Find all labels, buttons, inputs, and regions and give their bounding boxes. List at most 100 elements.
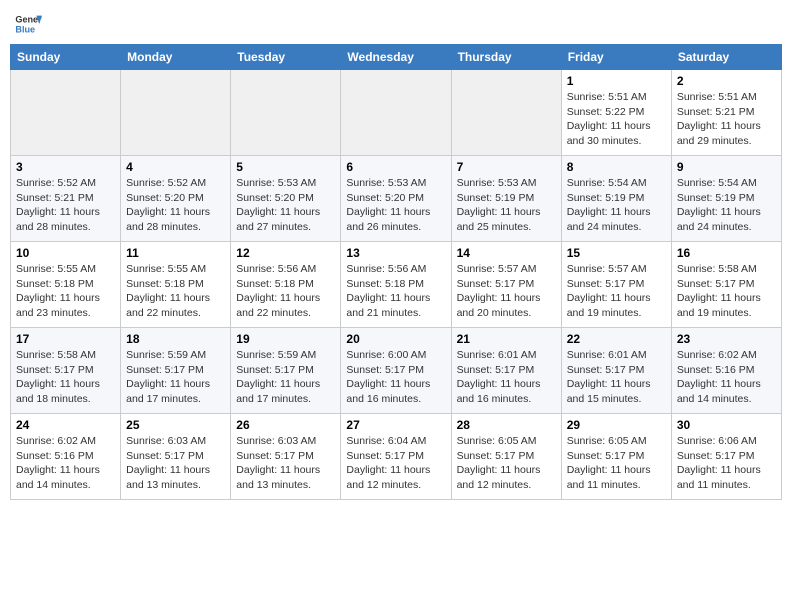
day-number: 22 <box>567 332 666 346</box>
calendar-cell: 23Sunrise: 6:02 AM Sunset: 5:16 PM Dayli… <box>671 328 781 414</box>
calendar-week-row: 24Sunrise: 6:02 AM Sunset: 5:16 PM Dayli… <box>11 414 782 500</box>
day-info: Sunrise: 5:56 AM Sunset: 5:18 PM Dayligh… <box>236 262 335 321</box>
weekday-header: Friday <box>561 45 671 70</box>
calendar-cell: 22 Sunrise: 6:01 AM Sunset: 5:17 PM Dayli… <box>561 328 671 414</box>
day-number: 7 <box>457 160 556 174</box>
calendar-week-row: 10 Sunrise: 5:55 AM Sunset: 5:18 PM Dayli… <box>11 242 782 328</box>
calendar-cell: 1 Sunrise: 5:51 AM Sunset: 5:22 PM Daylig… <box>561 70 671 156</box>
calendar-cell: 18 Sunrise: 5:59 AM Sunset: 5:17 PM Dayli… <box>121 328 231 414</box>
day-number: 19 <box>236 332 335 346</box>
weekday-header: Saturday <box>671 45 781 70</box>
day-number: 17 <box>16 332 115 346</box>
calendar-cell: 8 Sunrise: 5:54 AM Sunset: 5:19 PM Daylig… <box>561 156 671 242</box>
day-info: Sunrise: 6:05 AM Sunset: 5:17 PM Dayligh… <box>457 434 556 493</box>
day-info: Sunrise: 6:03 AM Sunset: 5:17 PM Dayligh… <box>126 434 225 493</box>
calendar-cell: 25Sunrise: 6:03 AM Sunset: 5:17 PM Dayli… <box>121 414 231 500</box>
calendar-cell: 27 Sunrise: 6:04 AM Sunset: 5:17 PM Dayli… <box>341 414 451 500</box>
weekday-header: Sunday <box>11 45 121 70</box>
day-number: 27 <box>346 418 445 432</box>
day-info: Sunrise: 5:53 AM Sunset: 5:20 PM Dayligh… <box>236 176 335 235</box>
day-number: 3 <box>16 160 115 174</box>
logo-icon: General Blue <box>14 10 42 38</box>
day-number: 4 <box>126 160 225 174</box>
calendar-table: SundayMondayTuesdayWednesdayThursdayFrid… <box>10 44 782 500</box>
weekday-header: Monday <box>121 45 231 70</box>
day-info: Sunrise: 5:55 AM Sunset: 5:18 PM Dayligh… <box>16 262 115 321</box>
day-info: Sunrise: 5:54 AM Sunset: 5:19 PM Dayligh… <box>677 176 776 235</box>
calendar-cell: 17 Sunrise: 5:58 AM Sunset: 5:17 PM Dayli… <box>11 328 121 414</box>
calendar-cell <box>231 70 341 156</box>
day-info: Sunrise: 6:01 AM Sunset: 5:17 PM Dayligh… <box>457 348 556 407</box>
day-info: Sunrise: 5:54 AM Sunset: 5:19 PM Dayligh… <box>567 176 666 235</box>
calendar-week-row: 17 Sunrise: 5:58 AM Sunset: 5:17 PM Dayli… <box>11 328 782 414</box>
calendar-cell: 28Sunrise: 6:05 AM Sunset: 5:17 PM Dayli… <box>451 414 561 500</box>
day-number: 15 <box>567 246 666 260</box>
calendar-cell: 12 Sunrise: 5:56 AM Sunset: 5:18 PM Dayli… <box>231 242 341 328</box>
calendar-cell: 3 Sunrise: 5:52 AM Sunset: 5:21 PM Daylig… <box>11 156 121 242</box>
day-info: Sunrise: 5:55 AM Sunset: 5:18 PM Dayligh… <box>126 262 225 321</box>
day-number: 8 <box>567 160 666 174</box>
calendar-cell: 24Sunrise: 6:02 AM Sunset: 5:16 PM Dayli… <box>11 414 121 500</box>
day-number: 9 <box>677 160 776 174</box>
calendar-cell <box>341 70 451 156</box>
day-info: Sunrise: 5:58 AM Sunset: 5:17 PM Dayligh… <box>16 348 115 407</box>
calendar-cell: 4 Sunrise: 5:52 AM Sunset: 5:20 PM Daylig… <box>121 156 231 242</box>
day-info: Sunrise: 5:53 AM Sunset: 5:20 PM Dayligh… <box>346 176 445 235</box>
day-number: 12 <box>236 246 335 260</box>
calendar-cell: 30 Sunrise: 6:06 AM Sunset: 5:17 PM Dayli… <box>671 414 781 500</box>
calendar-header-row: SundayMondayTuesdayWednesdayThursdayFrid… <box>11 45 782 70</box>
weekday-header: Tuesday <box>231 45 341 70</box>
day-info: Sunrise: 6:04 AM Sunset: 5:17 PM Dayligh… <box>346 434 445 493</box>
weekday-header: Wednesday <box>341 45 451 70</box>
svg-text:Blue: Blue <box>15 24 35 34</box>
day-number: 16 <box>677 246 776 260</box>
calendar-cell: 2 Sunrise: 5:51 AM Sunset: 5:21 PM Daylig… <box>671 70 781 156</box>
calendar-week-row: 3 Sunrise: 5:52 AM Sunset: 5:21 PM Daylig… <box>11 156 782 242</box>
calendar-cell: 26Sunrise: 6:03 AM Sunset: 5:17 PM Dayli… <box>231 414 341 500</box>
day-number: 21 <box>457 332 556 346</box>
day-info: Sunrise: 5:57 AM Sunset: 5:17 PM Dayligh… <box>567 262 666 321</box>
calendar-cell <box>121 70 231 156</box>
day-number: 20 <box>346 332 445 346</box>
day-info: Sunrise: 5:52 AM Sunset: 5:20 PM Dayligh… <box>126 176 225 235</box>
day-info: Sunrise: 6:05 AM Sunset: 5:17 PM Dayligh… <box>567 434 666 493</box>
day-info: Sunrise: 5:52 AM Sunset: 5:21 PM Dayligh… <box>16 176 115 235</box>
day-info: Sunrise: 5:59 AM Sunset: 5:17 PM Dayligh… <box>236 348 335 407</box>
calendar-cell <box>451 70 561 156</box>
calendar-cell: 29 Sunrise: 6:05 AM Sunset: 5:17 PM Dayli… <box>561 414 671 500</box>
day-info: Sunrise: 6:06 AM Sunset: 5:17 PM Dayligh… <box>677 434 776 493</box>
calendar-cell: 9 Sunrise: 5:54 AM Sunset: 5:19 PM Daylig… <box>671 156 781 242</box>
day-number: 18 <box>126 332 225 346</box>
day-number: 13 <box>346 246 445 260</box>
calendar-week-row: 1 Sunrise: 5:51 AM Sunset: 5:22 PM Daylig… <box>11 70 782 156</box>
day-number: 6 <box>346 160 445 174</box>
calendar-cell: 16 Sunrise: 5:58 AM Sunset: 5:17 PM Dayli… <box>671 242 781 328</box>
day-number: 30 <box>677 418 776 432</box>
calendar-cell: 15 Sunrise: 5:57 AM Sunset: 5:17 PM Dayli… <box>561 242 671 328</box>
day-info: Sunrise: 5:59 AM Sunset: 5:17 PM Dayligh… <box>126 348 225 407</box>
logo: General Blue <box>14 10 42 38</box>
day-number: 14 <box>457 246 556 260</box>
day-number: 1 <box>567 74 666 88</box>
calendar-cell: 14 Sunrise: 5:57 AM Sunset: 5:17 PM Dayli… <box>451 242 561 328</box>
calendar-cell: 6 Sunrise: 5:53 AM Sunset: 5:20 PM Daylig… <box>341 156 451 242</box>
page-header: General Blue <box>10 10 782 38</box>
day-number: 29 <box>567 418 666 432</box>
day-info: Sunrise: 6:00 AM Sunset: 5:17 PM Dayligh… <box>346 348 445 407</box>
day-info: Sunrise: 5:58 AM Sunset: 5:17 PM Dayligh… <box>677 262 776 321</box>
day-number: 10 <box>16 246 115 260</box>
day-info: Sunrise: 5:51 AM Sunset: 5:22 PM Dayligh… <box>567 90 666 149</box>
day-info: Sunrise: 5:57 AM Sunset: 5:17 PM Dayligh… <box>457 262 556 321</box>
day-number: 5 <box>236 160 335 174</box>
day-number: 26 <box>236 418 335 432</box>
day-number: 2 <box>677 74 776 88</box>
day-info: Sunrise: 5:53 AM Sunset: 5:19 PM Dayligh… <box>457 176 556 235</box>
day-info: Sunrise: 6:02 AM Sunset: 5:16 PM Dayligh… <box>16 434 115 493</box>
calendar-cell: 7 Sunrise: 5:53 AM Sunset: 5:19 PM Daylig… <box>451 156 561 242</box>
calendar-cell: 10 Sunrise: 5:55 AM Sunset: 5:18 PM Dayli… <box>11 242 121 328</box>
day-number: 23 <box>677 332 776 346</box>
calendar-cell: 11Sunrise: 5:55 AM Sunset: 5:18 PM Dayli… <box>121 242 231 328</box>
day-info: Sunrise: 6:01 AM Sunset: 5:17 PM Dayligh… <box>567 348 666 407</box>
calendar-cell: 19 Sunrise: 5:59 AM Sunset: 5:17 PM Dayli… <box>231 328 341 414</box>
day-info: Sunrise: 5:51 AM Sunset: 5:21 PM Dayligh… <box>677 90 776 149</box>
